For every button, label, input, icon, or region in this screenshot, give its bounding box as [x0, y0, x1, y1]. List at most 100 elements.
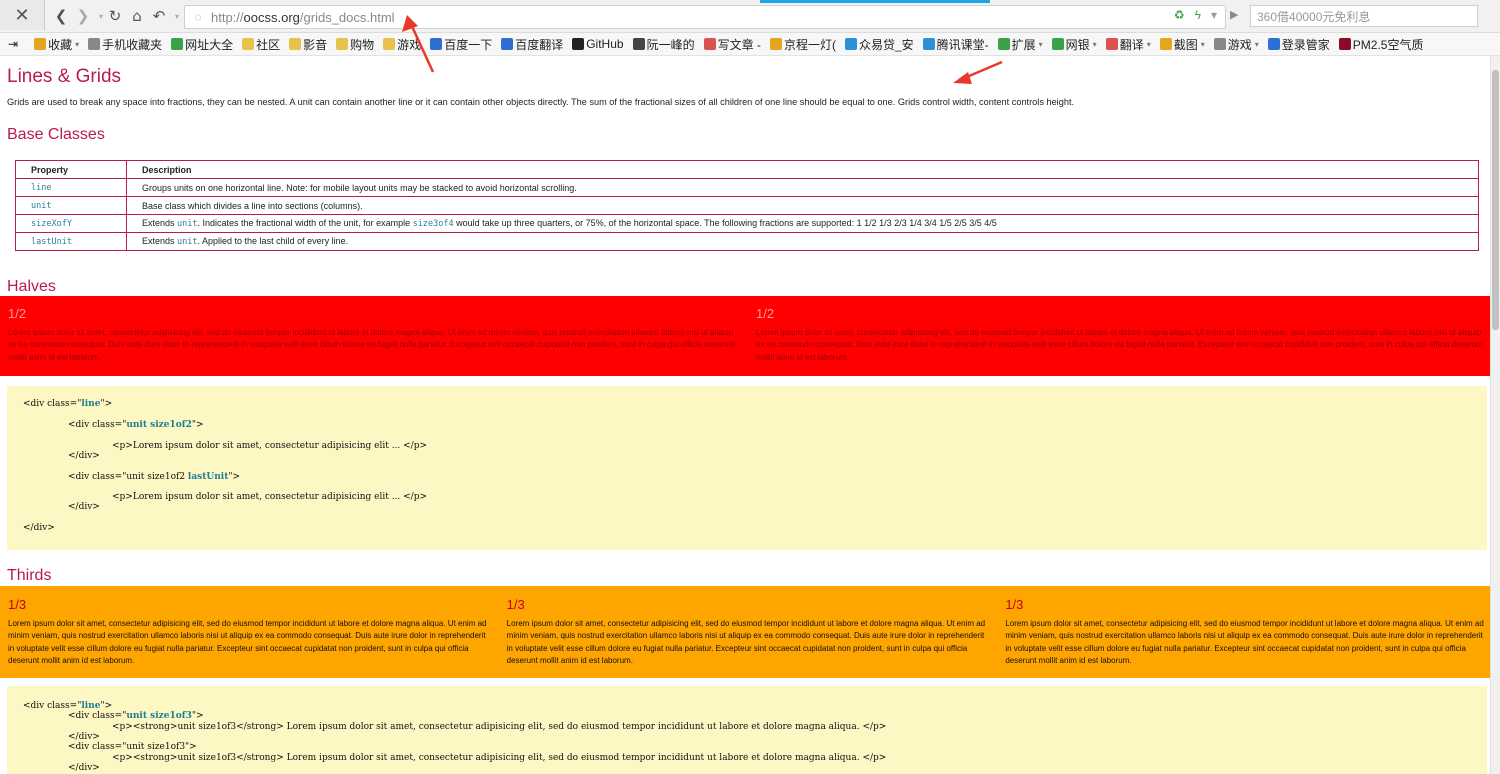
- bookmark-item[interactable]: 网银 ▾: [1051, 36, 1097, 53]
- star-icon: [34, 38, 47, 50]
- page-load-progress: [760, 0, 990, 3]
- bookmark-item[interactable]: 社区: [242, 36, 280, 53]
- screenshot-icon: [1159, 38, 1172, 50]
- grid-unit: 1/2 Lorem ipsum dolor sit amet, consectet…: [0, 296, 748, 376]
- home-icon: ⌂: [132, 7, 142, 25]
- recycle-icon[interactable]: ♻: [1174, 8, 1185, 22]
- bookmark-item[interactable]: 游戏: [383, 36, 421, 53]
- bookmark-item[interactable]: 手机收藏夹: [88, 36, 162, 53]
- vertical-scrollbar[interactable]: [1490, 56, 1500, 774]
- bookmark-item[interactable]: 百度一下: [430, 36, 492, 53]
- loan-icon: [844, 38, 857, 50]
- bookmark-item[interactable]: 登录管家: [1267, 36, 1330, 53]
- unit-text: Lorem ipsum dolor sit amet, consectetur …: [8, 619, 487, 666]
- bookmark-label: 写文章 -: [717, 37, 761, 52]
- column-header-property: Property: [15, 160, 127, 179]
- section-heading-base-classes: Base Classes: [7, 126, 105, 143]
- forward-button[interactable]: ❯: [74, 6, 92, 26]
- code-line: <p><strong>unit size1of3</strong> Lorem …: [112, 753, 887, 763]
- url-host: oocss.org: [243, 9, 300, 25]
- base-classes-table: Property Description line Groups units on…: [15, 160, 1479, 251]
- description-cell: Groups units on one horizontal line. Not…: [126, 178, 1479, 197]
- bookmarks-bar: ⇥ 收藏 ▾ 手机收藏夹 网址大全 社区 影音 购物 游戏 百度一下 百度翻译 GitHub 阮一峰的…: [0, 33, 1500, 56]
- bookmark-label: 网银: [1065, 37, 1090, 52]
- unit-text: Lorem ipsum dolor sit amet, consectetur …: [8, 328, 735, 362]
- table-row: unit Base class which divides a line into…: [15, 196, 1479, 215]
- browser-toolbar: ✕ ❮ ❯ ▾ ↻ ⌂ ↶ ▾ ◌ http://oocss.org/grids…: [0, 0, 1500, 33]
- bookmark-label: 收藏: [48, 37, 73, 52]
- go-arrow-icon[interactable]: ▶: [1230, 8, 1238, 21]
- lamp-icon: [769, 38, 782, 50]
- bookmarks-toggle-icon[interactable]: ⇥: [8, 37, 18, 51]
- description-text: . Indicates the fractional width of the …: [197, 218, 413, 228]
- code-line: <div class="line">: [23, 399, 113, 409]
- bookmark-item[interactable]: 写文章 -: [703, 36, 761, 53]
- back-button[interactable]: ❮: [52, 6, 70, 26]
- back-arrow-icon: ❮: [54, 7, 68, 25]
- code-line: </div>: [68, 732, 100, 742]
- bookmark-item[interactable]: 翻译 ▾: [1105, 36, 1151, 53]
- bookmark-item[interactable]: 众易贷_安: [844, 36, 914, 53]
- property-name: sizeXofY: [31, 219, 72, 229]
- bookmark-item[interactable]: 腾讯课堂-: [922, 36, 989, 53]
- translate-icon: [1105, 38, 1118, 50]
- lightning-icon[interactable]: ϟ: [1195, 8, 1201, 22]
- game-icon: [1213, 38, 1226, 50]
- bookmark-label: 腾讯课堂-: [936, 37, 989, 52]
- url-path: /grids_docs.html: [299, 9, 395, 25]
- bookmark-item[interactable]: 百度翻译: [501, 36, 563, 53]
- property-cell: line: [15, 178, 127, 197]
- bookmark-label: 截图: [1173, 37, 1198, 52]
- table-header-row: Property Description: [15, 160, 1479, 179]
- bookmark-item[interactable]: 截图 ▾: [1159, 36, 1205, 53]
- inline-code: unit: [177, 219, 198, 229]
- reload-button[interactable]: ↻: [106, 6, 124, 26]
- page-content: Lines & Grids Grids are used to break an…: [0, 56, 1490, 774]
- bookmark-item[interactable]: 网址大全: [171, 36, 233, 53]
- property-cell: lastUnit: [15, 232, 127, 251]
- undo-close-tab-button[interactable]: ↶: [150, 6, 168, 26]
- home-button[interactable]: ⌂: [128, 6, 146, 26]
- address-bar[interactable]: ◌ http://oocss.org/grids_docs.html ♻ ϟ ▾: [184, 5, 1226, 29]
- scrollbar-thumb[interactable]: [1492, 70, 1499, 330]
- property-name: lastUnit: [31, 237, 72, 247]
- code-line: <div class="unit size1of3">: [68, 742, 197, 752]
- description-cell: Extends unit. Applied to the last child …: [126, 232, 1479, 251]
- section-heading-thirds: Thirds: [7, 567, 52, 584]
- bookmark-item[interactable]: 京程一灯(: [769, 36, 836, 53]
- chevron-down-icon: ▾: [1146, 39, 1151, 49]
- page-title: Lines & Grids: [7, 66, 122, 87]
- column-header-description: Description: [126, 160, 1479, 179]
- grid-unit: 1/3 Lorem ipsum dolor sit amet, consectet…: [499, 586, 998, 678]
- chevron-down-icon[interactable]: ▾: [1211, 8, 1217, 22]
- code-line: <p>Lorem ipsum dolor sit amet, consectet…: [112, 441, 428, 451]
- globe-icon: ◌: [194, 10, 202, 24]
- section-heading-halves: Halves: [7, 278, 56, 295]
- table-body: line Groups units on one horizontal line.…: [15, 178, 1479, 251]
- unit-fraction-label: 1/3: [8, 597, 27, 612]
- bookmark-item[interactable]: 游戏 ▾: [1213, 36, 1259, 53]
- chevron-down-icon: ▾: [98, 11, 103, 21]
- bookmark-item[interactable]: 收藏 ▾: [34, 36, 79, 53]
- code-line: <p><strong>unit size1of3</strong> Lorem …: [112, 722, 887, 732]
- bookmark-item[interactable]: 购物: [336, 36, 374, 53]
- bookmark-item[interactable]: 影音: [289, 36, 327, 53]
- bookmark-item[interactable]: 阮一峰的: [632, 36, 695, 53]
- property-cell: sizeXofY: [15, 214, 127, 233]
- bookmark-item[interactable]: PM2.5空气质: [1338, 36, 1423, 53]
- url-text[interactable]: http://oocss.org/grids_docs.html: [211, 10, 395, 25]
- bookmark-label: 网址大全: [185, 37, 234, 52]
- intro-paragraph: Grids are used to break any space into f…: [7, 97, 1075, 107]
- bookmark-label: 京程一灯(: [783, 37, 836, 52]
- description-text: . Applied to the last child of every lin…: [197, 236, 349, 246]
- search-input[interactable]: 360借40000元免利息: [1250, 5, 1478, 27]
- description-cell: Base class which divides a line into sec…: [126, 196, 1479, 215]
- halves-code-example: <div class="line"> <div class="unit size…: [7, 386, 1487, 550]
- bookmark-label: 登录管家: [1281, 37, 1330, 52]
- browser-logo-icon[interactable]: ✕: [0, 0, 45, 30]
- code-line: <div class="line">: [23, 701, 113, 711]
- bookmark-item[interactable]: GitHub: [572, 37, 624, 51]
- code-line: </div>: [68, 502, 100, 512]
- bookmark-item[interactable]: 扩展 ▾: [997, 36, 1043, 53]
- code-line: </div>: [23, 523, 55, 533]
